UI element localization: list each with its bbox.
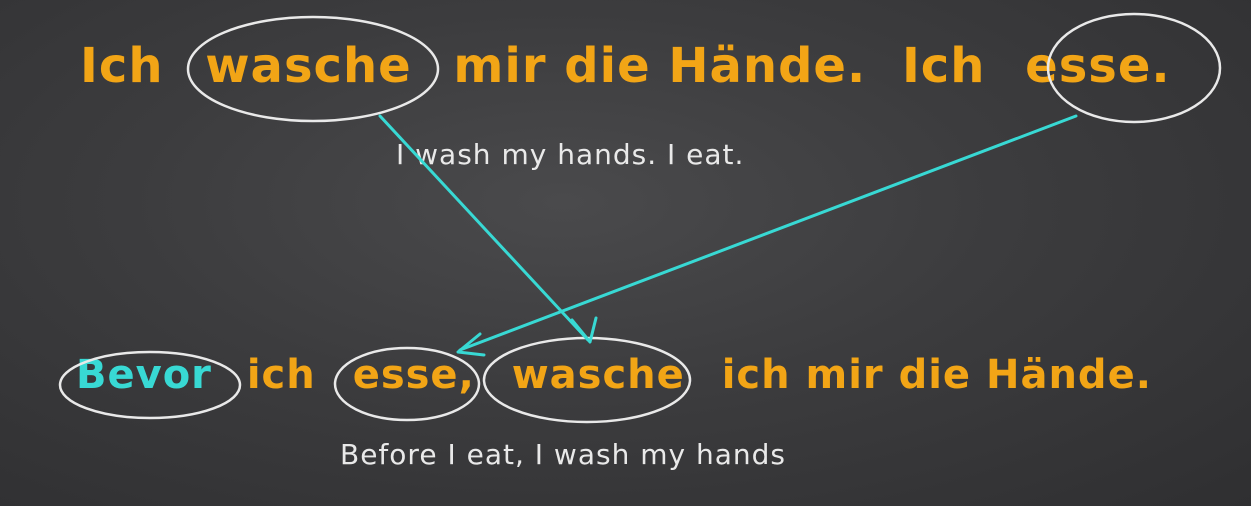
chalkboard: Ich wasche mir die Hände. Ich esse. I wa… [0, 0, 1251, 506]
word-wasche-circled: wasche [205, 38, 412, 94]
word-ich: Ich [80, 38, 164, 94]
word-ich-second: Ich [901, 38, 986, 94]
english-translation-2: Before I eat, I wash my hands [340, 438, 786, 471]
words-mir-die-haende: mir die Hände. [453, 38, 867, 94]
word-esse-circled: esse, [352, 352, 475, 398]
english-translation-1: I wash my hands. I eat. [396, 138, 745, 171]
german-sentence-line: Ich wasche mir die Hände. Ich esse. [80, 38, 1171, 94]
word-ich: ich [246, 352, 316, 398]
words-ich-mir-die-haende: ich mir die Hände. [721, 352, 1152, 398]
word-wasche-circled: wasche [511, 352, 685, 398]
word-bevor-circled: Bevor [76, 352, 212, 398]
arrow-wasche-head [570, 316, 598, 344]
word-esse-circled: esse. [1025, 38, 1171, 94]
combined-sentence-line: Bevor ich esse, wasche ich mir die Hände… [70, 352, 1152, 398]
